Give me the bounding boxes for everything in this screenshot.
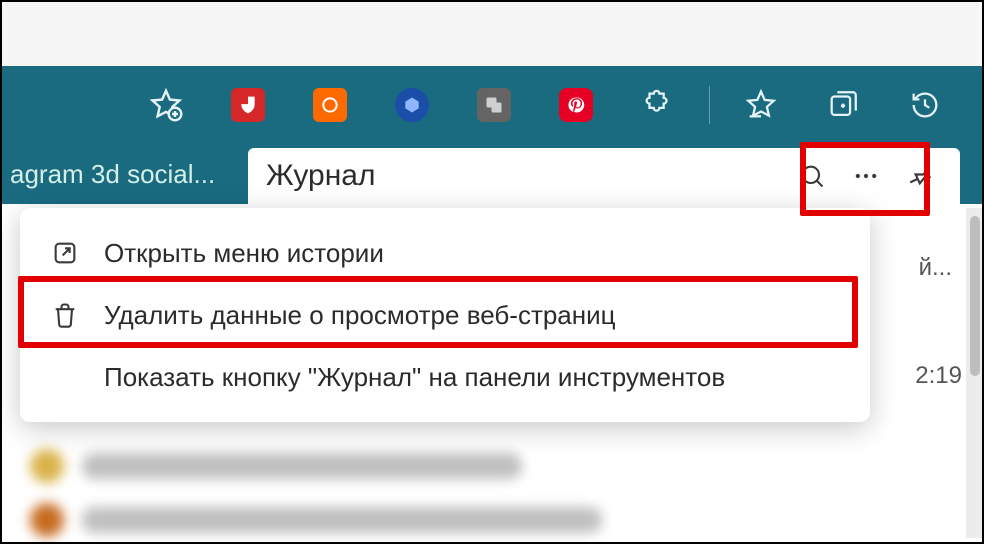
collections-button[interactable]: [820, 82, 866, 128]
blurred-history-row: [30, 446, 550, 486]
extensions-button[interactable]: [635, 82, 681, 128]
menu-clear-browsing-data[interactable]: Удалить данные о просмотре веб-страниц: [20, 284, 870, 346]
add-favorite-button[interactable]: [143, 82, 189, 128]
history-context-menu: Открыть меню истории Удалить данные о пр…: [20, 208, 870, 422]
scrollbar-thumb[interactable]: [970, 216, 980, 376]
history-time: 2:19: [856, 362, 962, 390]
bookmark-item[interactable]: agram 3d social...: [10, 159, 215, 190]
bookmark-label: agram 3d social...: [10, 159, 215, 190]
history-side-fragment: й... 2:19: [856, 206, 966, 390]
history-panel-header: Журнал: [248, 148, 960, 204]
menu-label: Удалить данные о просмотре веб-страниц: [104, 300, 616, 331]
toolbar-separator: [709, 86, 710, 124]
favorites-button[interactable]: [738, 82, 784, 128]
trash-icon: [48, 298, 82, 332]
menu-open-history[interactable]: Открыть меню истории: [20, 222, 870, 284]
history-title: Журнал: [266, 159, 780, 193]
menu-show-history-button[interactable]: Показать кнопку "Журнал" на панели инстр…: [20, 346, 870, 408]
ublock-extension[interactable]: [225, 82, 271, 128]
open-in-new-icon: [48, 236, 82, 270]
history-more-button[interactable]: [844, 154, 888, 198]
history-pin-button[interactable]: [898, 154, 942, 198]
history-search-button[interactable]: [790, 154, 834, 198]
metamask-extension[interactable]: [389, 82, 435, 128]
translator-extension[interactable]: [471, 82, 517, 128]
blurred-history-row: [30, 500, 630, 540]
opera-extension[interactable]: [307, 82, 353, 128]
pinterest-extension[interactable]: [553, 82, 599, 128]
history-text-fragment: й...: [856, 254, 952, 282]
menu-label: Открыть меню истории: [104, 238, 384, 269]
browser-toolbar: [0, 66, 984, 144]
history-button[interactable]: [902, 82, 948, 128]
history-scrollbar[interactable]: [966, 208, 984, 538]
menu-label: Показать кнопку "Журнал" на панели инстр…: [104, 362, 725, 393]
